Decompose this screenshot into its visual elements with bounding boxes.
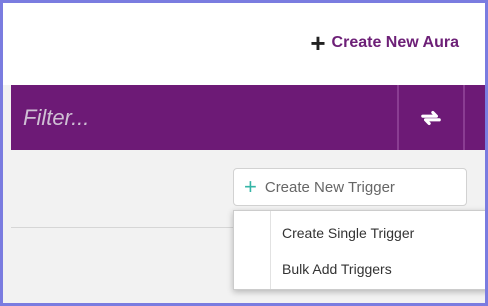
filter-input[interactable] (11, 85, 391, 150)
create-new-aura-button[interactable]: + Create New Aura (310, 28, 459, 58)
menu-item-bulk-add-triggers[interactable]: Bulk Add Triggers (282, 261, 392, 277)
refresh-button[interactable] (397, 85, 465, 150)
options-panel: + Create New Aura + Create New Trigger C… (3, 3, 485, 303)
trigger-dropdown-menu: Create Single Trigger Bulk Add Triggers (233, 210, 485, 290)
plus-icon: + (244, 174, 257, 199)
menu-item-create-single-trigger[interactable]: Create Single Trigger (282, 225, 414, 241)
divider (11, 227, 241, 228)
create-new-trigger-label: Create New Trigger (264, 178, 395, 196)
menu-gutter (270, 211, 271, 289)
plus-icon: + (310, 28, 326, 58)
create-new-aura-label: Create New Aura (331, 34, 459, 51)
top-bar: + Create New Aura (3, 3, 485, 85)
create-new-trigger-button[interactable]: + Create New Trigger (233, 168, 467, 206)
filter-bar (11, 85, 485, 150)
refresh-icon (421, 110, 441, 125)
triggers-area: + Create New Trigger Create Single Trigg… (11, 150, 485, 303)
